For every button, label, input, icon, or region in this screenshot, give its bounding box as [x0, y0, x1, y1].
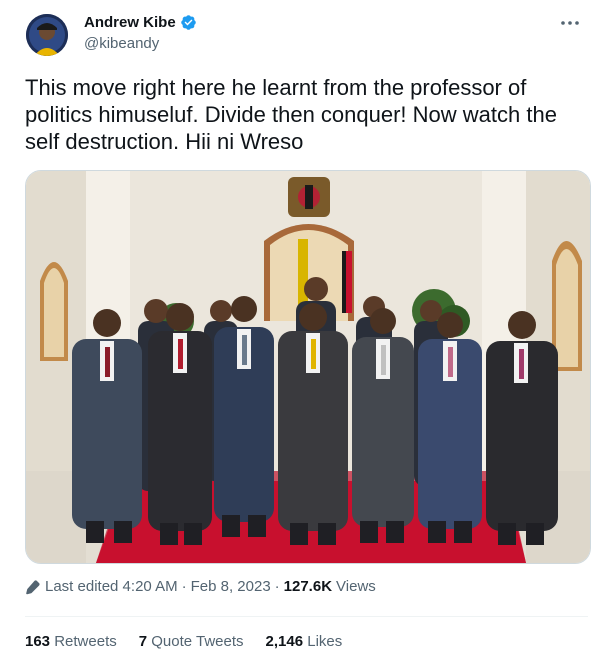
- views-count: 127.6K: [283, 578, 333, 595]
- quote-tweets-stat[interactable]: 7 Quote Tweets: [139, 633, 244, 650]
- tweet-card: Andrew Kibe @kibeandy This move right he…: [0, 0, 600, 665]
- author-names: Andrew Kibe @kibeandy: [84, 14, 197, 52]
- author-handle[interactable]: @kibeandy: [84, 35, 197, 52]
- likes-stat[interactable]: 2,146 Likes: [266, 633, 343, 650]
- tweet-stats: 163 Retweets 7 Quote Tweets 2,146 Likes: [25, 633, 342, 650]
- author-avatar[interactable]: [26, 14, 68, 56]
- retweets-count: 163: [25, 633, 51, 650]
- verified-badge-icon: [180, 15, 196, 30]
- tweet-text: This move right here he learnt from the …: [25, 75, 557, 154]
- meta-separator: ·: [181, 578, 187, 595]
- likes-count: 2,146: [265, 633, 304, 650]
- edit-pencil-icon: [26, 579, 40, 594]
- last-edited-link[interactable]: Last edited 4:20 AM: [45, 578, 178, 595]
- retweets-label: Retweets: [54, 633, 117, 650]
- meta-separator: ·: [274, 578, 280, 595]
- more-options-icon[interactable]: [558, 14, 582, 32]
- tweet-date[interactable]: Feb 8, 2023: [191, 578, 271, 595]
- author-display-name[interactable]: Andrew Kibe: [84, 14, 176, 31]
- retweets-stat[interactable]: 163 Retweets: [25, 633, 117, 650]
- tweet-meta: Last edited 4:20 AM · Feb 8, 2023 · 127.…: [25, 578, 376, 595]
- divider: [25, 616, 588, 617]
- avatar-image-icon: [26, 14, 68, 56]
- quote-tweets-label: Quote Tweets: [151, 633, 244, 650]
- quote-tweets-count: 7: [138, 633, 148, 650]
- tweet-media[interactable]: [25, 170, 591, 564]
- likes-label: Likes: [307, 633, 343, 650]
- group-photo-icon: [26, 171, 590, 563]
- views-label: Views: [336, 578, 376, 595]
